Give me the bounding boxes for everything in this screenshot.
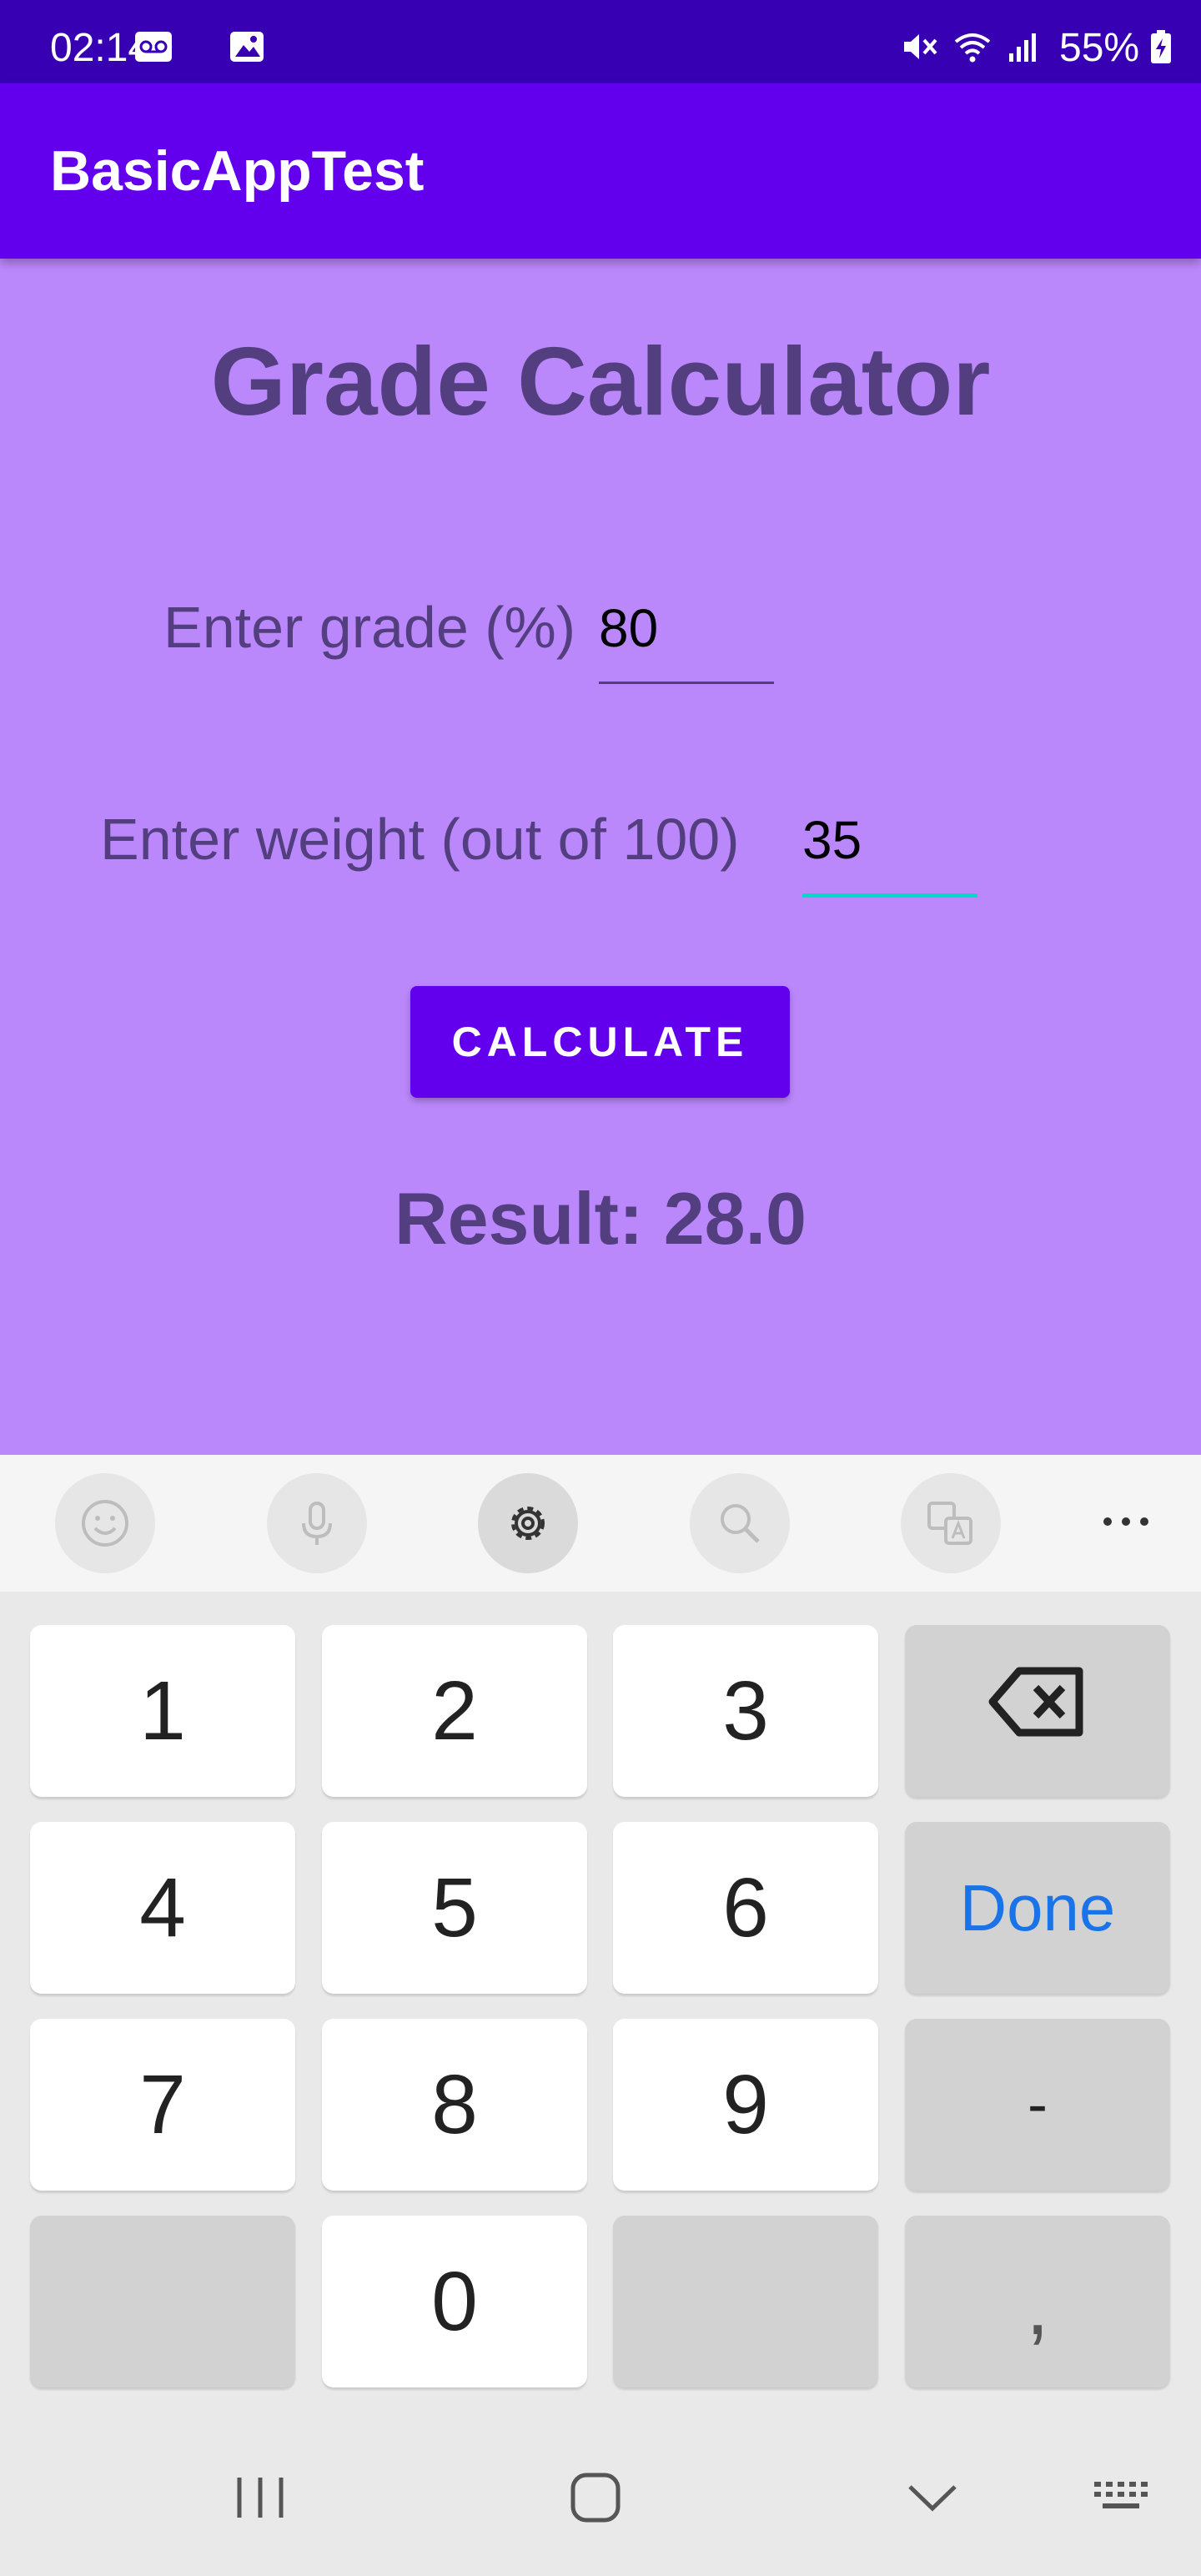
main-content: Grade Calculator Enter grade (%) 80 Ente… [0, 259, 1201, 1455]
more-icon[interactable] [1093, 1488, 1159, 1555]
weight-input[interactable]: 35 [802, 809, 977, 898]
image-icon [227, 30, 267, 63]
key-8[interactable]: 8 [322, 2019, 587, 2191]
status-bar: 02:14 55% [0, 0, 1201, 83]
recents-icon[interactable] [219, 2456, 302, 2539]
app-title: BasicAppTest [50, 139, 425, 203]
navigation-bar [0, 2419, 1201, 2576]
settings-icon[interactable] [478, 1473, 578, 1573]
blank-key-right [613, 2216, 878, 2387]
key-7[interactable]: 7 [30, 2019, 295, 2191]
key-9[interactable]: 9 [613, 2019, 878, 2191]
blank-key-left [30, 2216, 295, 2387]
backspace-icon [987, 1663, 1088, 1759]
done-key[interactable]: Done [905, 1822, 1170, 1994]
comma-key[interactable]: , [905, 2216, 1170, 2387]
keyboard-toolbar [0, 1455, 1201, 1592]
key-0[interactable]: 0 [322, 2216, 587, 2387]
back-icon[interactable] [891, 2456, 974, 2539]
search-icon[interactable] [690, 1473, 790, 1573]
weight-label: Enter weight (out of 100) [100, 807, 740, 872]
voicemail-icon [133, 30, 173, 63]
key-2[interactable]: 2 [322, 1625, 587, 1797]
wifi-icon [952, 30, 992, 63]
grade-label: Enter grade (%) [163, 595, 576, 660]
key-1[interactable]: 1 [30, 1625, 295, 1797]
emoji-icon[interactable] [55, 1473, 155, 1573]
app-bar: BasicAppTest [0, 83, 1201, 259]
mute-icon [899, 30, 939, 63]
microphone-icon[interactable] [267, 1473, 367, 1573]
result-text: Result: 28.0 [394, 1177, 807, 1260]
key-6[interactable]: 6 [613, 1822, 878, 1994]
key-4[interactable]: 4 [30, 1822, 295, 1994]
key-5[interactable]: 5 [322, 1822, 587, 1994]
battery-charging-icon [1148, 30, 1174, 63]
calculate-button[interactable]: CALCULATE [410, 986, 790, 1098]
key-3[interactable]: 3 [613, 1625, 878, 1797]
grade-input[interactable]: 80 [599, 597, 774, 684]
home-icon[interactable] [554, 2456, 637, 2539]
signal-icon [1004, 30, 1044, 63]
backspace-key[interactable] [905, 1625, 1170, 1797]
battery-percentage: 55% [1059, 26, 1140, 70]
translate-icon[interactable] [901, 1473, 1001, 1573]
minus-key[interactable]: - [905, 2019, 1170, 2191]
page-title: Grade Calculator [210, 327, 991, 435]
keyboard-switch-icon[interactable] [1081, 2456, 1164, 2539]
